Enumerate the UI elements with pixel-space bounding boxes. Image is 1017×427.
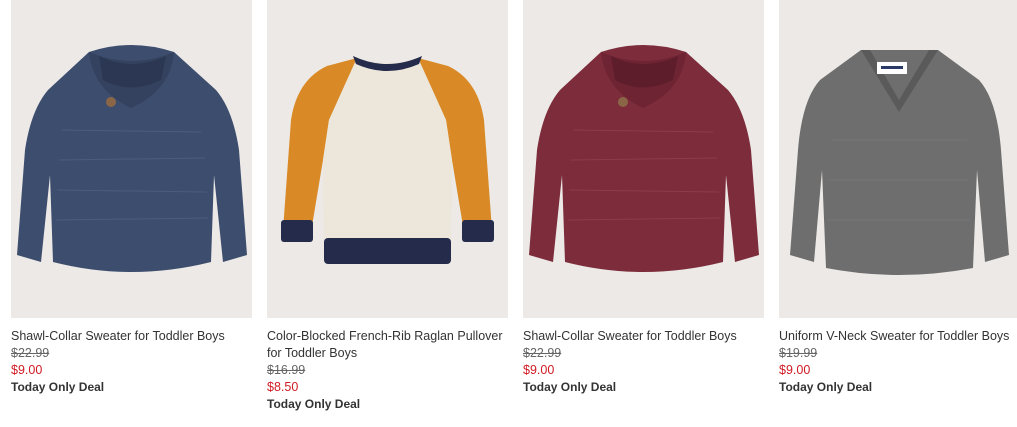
sweater-illustration	[529, 45, 759, 272]
sale-price: $9.00	[523, 363, 555, 377]
product-card[interactable]: Uniform V-Neck Sweater for Toddler Boys …	[779, 0, 1017, 396]
product-card[interactable]: Shawl-Collar Sweater for Toddler Boys $2…	[523, 0, 764, 396]
sale-price: $9.00	[11, 363, 43, 377]
product-name[interactable]: Shawl-Collar Sweater for Toddler Boys	[523, 328, 764, 345]
product-image-navy-shawl-sweater[interactable]	[11, 0, 252, 318]
sweater-illustration	[281, 56, 494, 264]
sale-price: $8.50	[267, 380, 299, 394]
product-card[interactable]: Color-Blocked French-Rib Raglan Pullover…	[267, 0, 508, 413]
original-price: $16.99	[267, 363, 306, 377]
product-name[interactable]: Shawl-Collar Sweater for Toddler Boys	[11, 328, 252, 345]
sweater-illustration	[17, 45, 247, 272]
original-price: $22.99	[523, 346, 562, 360]
deal-badge: Today Only Deal	[779, 380, 873, 394]
deal-badge: Today Only Deal	[11, 380, 105, 394]
sweater-illustration	[790, 50, 1009, 275]
deal-badge: Today Only Deal	[523, 380, 617, 394]
product-grid: Shawl-Collar Sweater for Toddler Boys $2…	[0, 0, 1017, 427]
deal-badge: Today Only Deal	[267, 397, 361, 411]
product-image-burgundy-shawl-sweater[interactable]	[523, 0, 764, 318]
original-price: $19.99	[779, 346, 818, 360]
product-image-gray-v-neck-sweater[interactable]	[779, 0, 1017, 318]
product-name[interactable]: Color-Blocked French-Rib Raglan Pullover…	[267, 328, 508, 362]
product-card[interactable]: Shawl-Collar Sweater for Toddler Boys $2…	[11, 0, 252, 396]
product-image-raglan-pullover[interactable]	[267, 0, 508, 318]
original-price: $22.99	[11, 346, 50, 360]
product-name[interactable]: Uniform V-Neck Sweater for Toddler Boys	[779, 328, 1017, 345]
sale-price: $9.00	[779, 363, 811, 377]
